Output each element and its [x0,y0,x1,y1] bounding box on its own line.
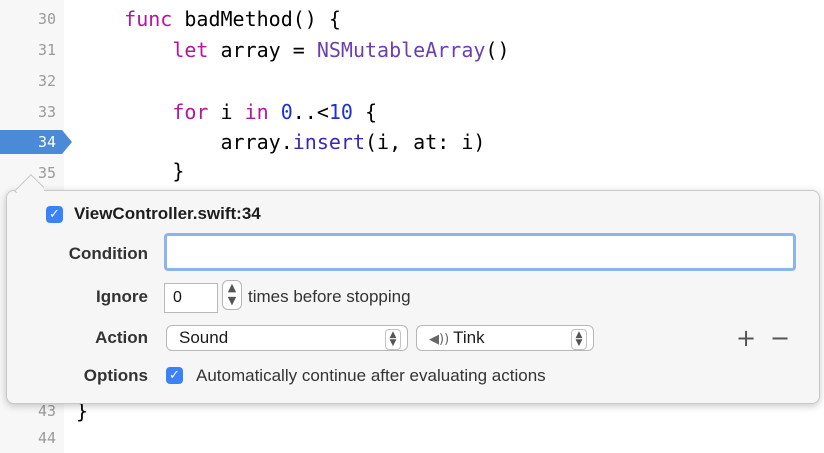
line-number: 31 [37,41,56,59]
code-line-34: array.insert(i, at: i) [220,130,486,154]
auto-continue-label: Automatically continue after evaluating … [196,366,546,385]
action-label: Action [95,328,148,347]
line-number-breakpoint: 34 [37,133,56,151]
checkmark-icon: ✓ [49,207,60,222]
chevron-updown-icon: ▲ ▼ [385,329,401,350]
condition-label: Condition [68,244,148,263]
popover-arrow [14,167,44,193]
code-line-33: for i in 0..<10 { [172,100,378,124]
speaker-icon: ◀)) [429,332,450,347]
remove-action-button[interactable]: − [770,326,790,350]
ignore-label: Ignore [96,287,148,306]
stepper-up-icon[interactable]: ▲ [228,281,236,294]
code-line-35: } [172,159,185,183]
ignore-count-input[interactable]: 0 [164,283,218,313]
auto-continue-checkbox[interactable]: ✓ [166,367,183,384]
checkmark-icon: ✓ [169,368,180,383]
options-label: Options [83,366,148,385]
code-line-31: let array = NSMutableArray() [172,38,510,62]
action-type-value: Sound [179,328,229,347]
line-number: 32 [37,72,56,90]
line-number: 44 [37,429,56,447]
line-number: 33 [37,103,56,121]
ignore-suffix-text: times before stopping [248,287,411,306]
stepper-down-icon[interactable]: ▼ [228,294,236,307]
sound-popup[interactable]: ◀)) Tink ▲ ▼ [416,325,594,351]
action-type-popup[interactable]: Sound ▲ ▼ [166,325,408,351]
breakpoint-enabled-checkbox[interactable]: ✓ [46,206,63,223]
code-line-30: func badMethod() { [124,7,341,31]
condition-input[interactable] [164,233,796,271]
line-number: 30 [37,10,56,28]
add-action-button[interactable]: + [736,326,756,350]
sound-name-value: Tink [453,328,485,347]
chevron-updown-icon: ▲ ▼ [571,329,587,350]
ignore-count-stepper[interactable]: ▲ ▼ [222,280,242,310]
breakpoint-location-title: ViewController.swift:34 [74,204,261,223]
